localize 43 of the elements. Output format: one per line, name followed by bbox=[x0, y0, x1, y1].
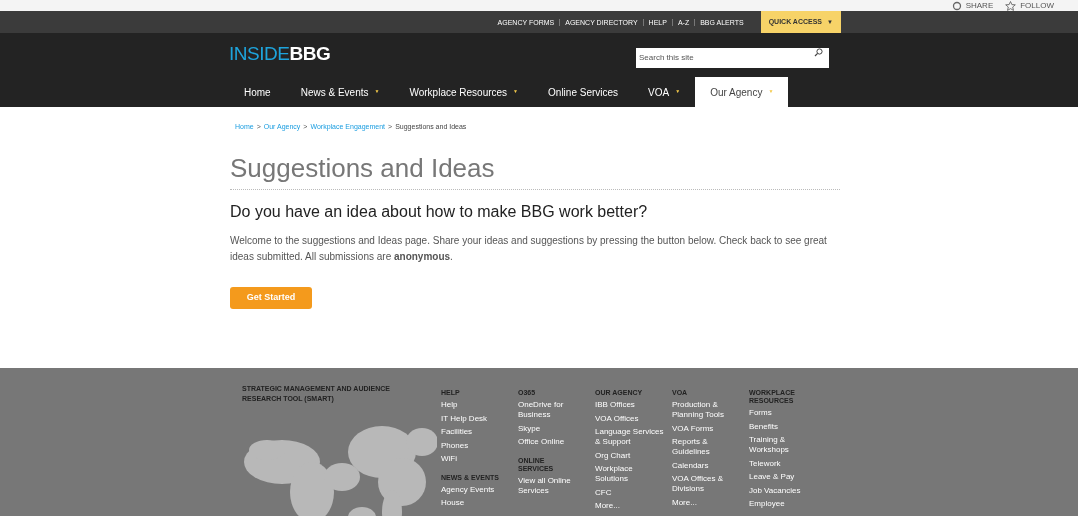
intro-paragraph: Welcome to the suggestions and Ideas page. Share your ideas and suggestions by pressing the button below. Check back to see great ideas submitted. All submissions are anonymous. bbox=[230, 233, 828, 264]
footer-link[interactable]: IBB Offices bbox=[595, 400, 665, 410]
ribbon-action[interactable]: SHARE bbox=[951, 0, 994, 11]
footer-link[interactable]: Phones bbox=[441, 440, 511, 451]
footer-link[interactable]: View all Online Services bbox=[518, 475, 588, 496]
footer-link[interactable]: Training & Workshops bbox=[749, 435, 819, 455]
page-subtitle: Do you have an idea about how to make BBG work better? bbox=[230, 201, 649, 222]
footer-link[interactable]: Office Online bbox=[518, 437, 588, 447]
nav-tab[interactable]: Home bbox=[229, 77, 286, 107]
footer-link[interactable]: House bbox=[441, 498, 511, 508]
site-logo[interactable]: INSIDEBBG bbox=[229, 43, 331, 63]
footer-link[interactable]: Job Vacancies bbox=[749, 485, 819, 496]
footer-link[interactable]: VOA Offices bbox=[595, 413, 665, 424]
footer-link[interactable]: CFC bbox=[595, 487, 665, 498]
footer-link[interactable]: Production & Planning Tools bbox=[672, 400, 742, 420]
footer-link[interactable]: Forms bbox=[749, 408, 819, 418]
footer-link[interactable]: OneDrive for Business bbox=[518, 400, 588, 420]
footer-link[interactable]: Calendars bbox=[672, 460, 742, 471]
footer-link[interactable]: More... bbox=[595, 501, 665, 511]
footer-link[interactable]: Agency Events bbox=[441, 484, 511, 495]
star-icon bbox=[1005, 0, 1017, 11]
footer-link[interactable]: Org Chart bbox=[595, 450, 665, 461]
footer-link[interactable]: VOA Forms bbox=[672, 423, 742, 434]
footer-link[interactable]: Employee bbox=[749, 499, 819, 509]
footer-link[interactable]: IT Help Desk bbox=[441, 413, 511, 424]
footer-link[interactable]: VOA Offices & Divisions bbox=[672, 474, 742, 494]
share-icon bbox=[951, 0, 962, 11]
footer-link[interactable]: WiFi bbox=[441, 454, 511, 464]
footer-link[interactable]: Telework bbox=[749, 458, 819, 469]
footer-link[interactable]: Leave & Pay bbox=[749, 472, 819, 482]
footer-link[interactable]: Workplace Solutions bbox=[595, 464, 665, 484]
search-field[interactable]: Search this site bbox=[636, 47, 829, 68]
search-icon[interactable] bbox=[814, 48, 823, 57]
ribbon-action[interactable]: FOLLOW bbox=[1005, 0, 1054, 11]
page-title: Suggestions and Ideas bbox=[230, 154, 496, 181]
footer-link[interactable]: Facilities bbox=[441, 427, 511, 437]
footer-link[interactable]: More... bbox=[672, 497, 742, 508]
nav-tab[interactable]: Online Services bbox=[533, 77, 634, 107]
footer-link[interactable]: Language Services & Support bbox=[595, 427, 665, 447]
footer-link[interactable]: Skype bbox=[518, 423, 588, 434]
footer-link[interactable]: Reports & Guidelines bbox=[672, 437, 742, 457]
footer-link[interactable]: Help bbox=[441, 400, 511, 410]
footer-link[interactable]: Benefits bbox=[749, 421, 819, 432]
